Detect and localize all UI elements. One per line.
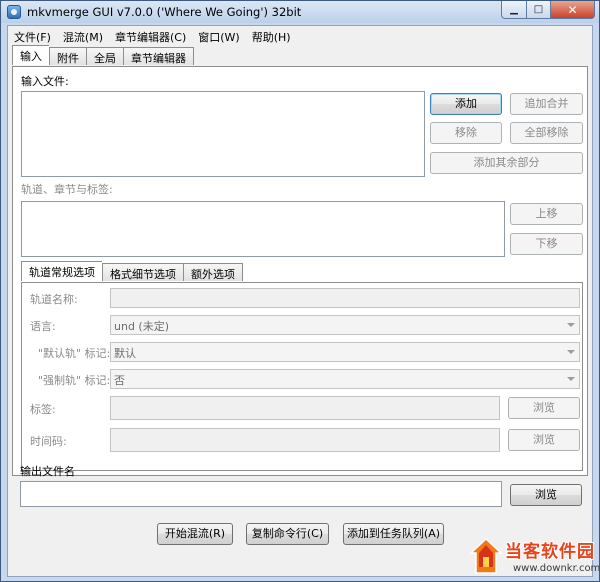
watermark-name: 当客软件园 xyxy=(505,542,595,562)
main-tab-bar: 输入 附件 全局 章节编辑器 xyxy=(12,45,194,65)
menu-bar: 文件(F) 混流(M) 章节编辑器(C) 窗口(W) 帮助(H) xyxy=(8,26,592,45)
language-select[interactable]: und (未定) xyxy=(110,315,580,335)
chevron-down-icon xyxy=(567,350,575,354)
tags-label: 标签: xyxy=(30,403,56,416)
input-files-label: 输入文件: xyxy=(21,75,69,88)
window-title: mkvmerge GUI v7.0.0 ('Where We Going') 3… xyxy=(27,5,302,19)
forced-track-label: "强制轨" 标记: xyxy=(38,374,111,387)
timecodes-browse-button[interactable]: 浏览 xyxy=(508,429,580,451)
forced-track-select[interactable]: 否 xyxy=(110,369,580,389)
input-tab-panel: 输入文件: 添加 追加合并 移除 全部移除 添加其余部分 轨道、章节与标签: 上… xyxy=(12,66,588,476)
remove-all-button[interactable]: 全部移除 xyxy=(510,122,583,144)
copy-command-button[interactable]: 复制命令行(C) xyxy=(246,523,329,545)
chevron-down-icon xyxy=(567,377,575,381)
tab-input[interactable]: 输入 xyxy=(12,45,49,65)
tab-global[interactable]: 全局 xyxy=(86,47,123,65)
tab-format-details[interactable]: 格式细节选项 xyxy=(102,263,183,281)
tags-input[interactable] xyxy=(110,396,500,420)
menu-chapter-editor[interactable]: 章节编辑器(C) xyxy=(109,26,192,45)
track-options-panel: 轨道名称: 语言: und (未定) "默认轨" 标记: 默认 "强制轨" 标记… xyxy=(21,282,583,471)
move-up-button[interactable]: 上移 xyxy=(510,203,583,225)
forced-track-value: 否 xyxy=(114,374,125,387)
default-track-value: 默认 xyxy=(114,347,136,360)
timecodes-input[interactable] xyxy=(110,428,500,452)
move-down-button[interactable]: 下移 xyxy=(510,233,583,255)
maximize-button[interactable]: □ xyxy=(527,1,551,19)
title-bar[interactable]: mkvmerge GUI v7.0.0 ('Where We Going') 3… xyxy=(1,1,599,23)
tracks-list[interactable] xyxy=(21,201,505,257)
output-filename-input[interactable] xyxy=(20,481,502,507)
tab-extra-options[interactable]: 额外选项 xyxy=(183,263,243,281)
client-area: 文件(F) 混流(M) 章节编辑器(C) 窗口(W) 帮助(H) 输入 附件 全… xyxy=(7,25,593,577)
menu-help[interactable]: 帮助(H) xyxy=(246,26,297,45)
input-files-list[interactable] xyxy=(21,91,425,177)
tab-chapter-editor[interactable]: 章节编辑器 xyxy=(123,47,194,65)
default-track-select[interactable]: 默认 xyxy=(110,342,580,362)
append-button[interactable]: 追加合并 xyxy=(510,93,583,115)
output-browse-button[interactable]: 浏览 xyxy=(510,484,582,506)
tab-track-general[interactable]: 轨道常规选项 xyxy=(21,261,102,281)
close-button[interactable]: ✕ xyxy=(551,1,595,19)
chevron-down-icon xyxy=(567,323,575,327)
add-to-queue-button[interactable]: 添加到任务队列(A) xyxy=(343,523,444,545)
remove-button[interactable]: 移除 xyxy=(430,122,502,144)
menu-mux[interactable]: 混流(M) xyxy=(57,26,109,45)
start-muxing-button[interactable]: 开始混流(R) xyxy=(157,523,233,545)
add-parts-button[interactable]: 添加其余部分 xyxy=(430,152,583,174)
track-name-input[interactable] xyxy=(110,288,580,308)
language-value: und (未定) xyxy=(114,320,170,333)
track-name-label: 轨道名称: xyxy=(30,293,78,306)
menu-window[interactable]: 窗口(W) xyxy=(192,26,245,45)
tab-attachments[interactable]: 附件 xyxy=(49,47,86,65)
house-logo-icon xyxy=(469,537,503,574)
output-filename-label: 输出文件名 xyxy=(20,465,75,478)
language-label: 语言: xyxy=(30,320,56,333)
default-track-label: "默认轨" 标记: xyxy=(38,347,111,360)
caption-buttons: ▁ □ ✕ xyxy=(501,1,595,19)
watermark-url: www.downkr.com xyxy=(513,563,600,574)
track-options-tab-bar: 轨道常规选项 格式细节选项 额外选项 xyxy=(21,261,243,281)
tracks-label: 轨道、章节与标签: xyxy=(21,183,113,196)
app-window: mkvmerge GUI v7.0.0 ('Where We Going') 3… xyxy=(0,0,600,582)
site-watermark: 当客软件园 www.downkr.com xyxy=(469,535,600,581)
tags-browse-button[interactable]: 浏览 xyxy=(508,397,580,419)
app-logo-icon xyxy=(7,5,21,19)
menu-file[interactable]: 文件(F) xyxy=(8,26,57,45)
minimize-button[interactable]: ▁ xyxy=(501,1,527,19)
add-button[interactable]: 添加 xyxy=(430,93,502,115)
timecodes-label: 时间码: xyxy=(30,435,67,448)
